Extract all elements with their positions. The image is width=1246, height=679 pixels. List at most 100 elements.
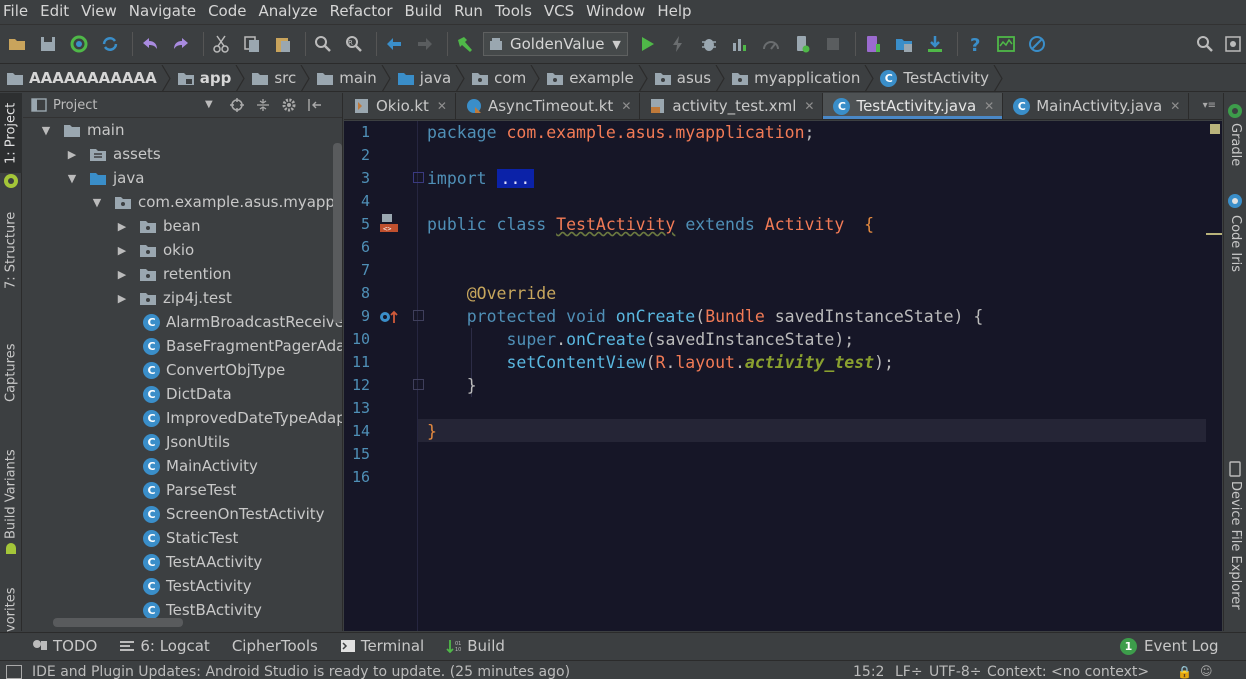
settings-button[interactable]: [279, 96, 299, 114]
toggle-tool-windows-icon[interactable]: [6, 665, 22, 679]
tree-item-retention[interactable]: ▶ retention: [115, 262, 232, 286]
replace-button[interactable]: R: [341, 31, 367, 57]
tool-tab-gradle[interactable]: Gradle: [1224, 123, 1246, 168]
project-view-dropdown[interactable]: ▼: [205, 99, 213, 110]
menu-build[interactable]: Build: [399, 0, 449, 22]
tool-tab-captures[interactable]: Captures: [0, 333, 22, 413]
code-editor[interactable]: 1 2 3 4 5 6 7 8 9 10 11 12 13 14 15 16 <…: [344, 121, 1222, 631]
inspector-face-icon[interactable]: ☺: [1200, 664, 1216, 678]
open-folder-button[interactable]: [4, 31, 30, 57]
ide-features-button[interactable]: [1220, 31, 1246, 57]
save-all-button[interactable]: [35, 31, 61, 57]
close-icon[interactable]: ✕: [1170, 99, 1180, 113]
warning-marker[interactable]: [1206, 233, 1222, 235]
run-android-button[interactable]: [789, 31, 815, 57]
cut-button[interactable]: [208, 31, 234, 57]
tree-item-class[interactable]: C TestAActivity: [143, 550, 262, 574]
menu-analyze[interactable]: Analyze: [252, 0, 323, 22]
fold-marker-method[interactable]: [413, 310, 424, 321]
monitor-button[interactable]: [993, 31, 1019, 57]
tree-item-class[interactable]: C BaseFragmentPagerAdapte: [143, 334, 342, 358]
close-icon[interactable]: ✕: [437, 99, 447, 113]
fold-marker-import[interactable]: [413, 172, 424, 183]
tree-item-java[interactable]: ▼ java: [65, 166, 145, 190]
breadcrumb-com[interactable]: com: [471, 65, 526, 92]
lock-icon[interactable]: 🔒: [1177, 665, 1192, 679]
project-structure-button[interactable]: [891, 31, 917, 57]
tool-tab-code-iris[interactable]: Code Iris: [1224, 215, 1246, 275]
breadcrumb-main[interactable]: main: [316, 65, 377, 92]
menu-refactor[interactable]: Refactor: [324, 0, 399, 22]
fold-marker-method-end[interactable]: [413, 379, 424, 390]
menu-vcs[interactable]: VCS: [538, 0, 580, 22]
context-selector[interactable]: Context: <no context>: [987, 664, 1149, 679]
profile-button[interactable]: [727, 31, 753, 57]
avd-manager-button[interactable]: [860, 31, 886, 57]
tree-item-class[interactable]: C DictData: [143, 382, 232, 406]
undo-button[interactable]: [137, 31, 163, 57]
tab-asynctimeout-kt[interactable]: AsyncTimeout.kt ✕: [456, 93, 641, 119]
menu-window[interactable]: Window: [580, 0, 651, 22]
menu-tools[interactable]: Tools: [489, 0, 538, 22]
menu-navigate[interactable]: Navigate: [123, 0, 202, 22]
breadcrumb-testactivity[interactable]: C TestActivity: [880, 65, 989, 92]
menu-file[interactable]: File: [0, 0, 34, 22]
tool-tab-todo[interactable]: TODO: [32, 637, 97, 655]
layout-preview-icon[interactable]: <>: [378, 213, 400, 235]
tool-tab-device-file-explorer[interactable]: Device File Explorer: [1224, 481, 1246, 631]
breadcrumb-example[interactable]: example: [546, 65, 634, 92]
tree-item-class[interactable]: C AlarmBroadcastReceiver: [143, 310, 342, 334]
close-icon[interactable]: ✕: [804, 99, 814, 113]
scroll-from-source-button[interactable]: [227, 96, 247, 114]
paste-button[interactable]: [270, 31, 296, 57]
find-button[interactable]: [310, 31, 336, 57]
hide-panel-button[interactable]: [305, 96, 325, 114]
line-separator-selector[interactable]: LF÷: [895, 664, 923, 679]
menu-view[interactable]: View: [75, 0, 123, 22]
breadcrumb-java[interactable]: java: [397, 65, 451, 92]
menu-code[interactable]: Code: [202, 0, 252, 22]
forward-button[interactable]: [412, 31, 438, 57]
tool-tab-structure[interactable]: 7: Structure: [0, 205, 22, 295]
tree-item-class[interactable]: C ImprovedDateTypeAdapte: [143, 406, 342, 430]
tool-tab-terminal[interactable]: Terminal: [340, 637, 424, 655]
apply-changes-button[interactable]: [665, 31, 691, 57]
tree-item-package-root[interactable]: ▼ com.example.asus.myapplicati: [90, 190, 342, 214]
inspection-status-indicator[interactable]: [1210, 124, 1220, 134]
tab-okio-kt[interactable]: Okio.kt ✕: [344, 93, 456, 119]
tab-mainactivity-java[interactable]: C MainActivity.java ✕: [1003, 93, 1190, 119]
tree-item-class[interactable]: C JsonUtils: [143, 430, 230, 454]
tree-item-zip4j-test[interactable]: ▶ zip4j.test: [115, 286, 232, 310]
caret-position[interactable]: 15:2: [853, 664, 884, 679]
redo-button[interactable]: [168, 31, 194, 57]
breadcrumb-asus[interactable]: asus: [654, 65, 711, 92]
encoding-selector[interactable]: UTF-8÷: [929, 664, 982, 679]
sdk-manager-button[interactable]: [922, 31, 948, 57]
tree-item-assets[interactable]: ▶ assets: [65, 142, 161, 166]
tool-tab-build[interactable]: 01 10 Build: [446, 637, 505, 655]
tool-tab-logcat[interactable]: 6: Logcat: [119, 637, 210, 655]
tab-activity-test-xml[interactable]: activity_test.xml ✕: [640, 93, 824, 119]
back-button[interactable]: [381, 31, 407, 57]
menu-help[interactable]: Help: [651, 0, 697, 22]
breadcrumb-src[interactable]: src: [251, 65, 296, 92]
collapse-all-button[interactable]: [253, 96, 273, 114]
close-icon[interactable]: ✕: [984, 99, 994, 113]
tool-tab-favorites[interactable]: vorites: [0, 588, 22, 632]
tree-item-main[interactable]: ▼ main: [39, 118, 125, 142]
tool-tab-project[interactable]: 1: Project: [0, 93, 22, 173]
run-button[interactable]: [634, 31, 660, 57]
override-method-icon[interactable]: [378, 307, 400, 327]
tree-item-class[interactable]: C ConvertObjType: [143, 358, 285, 382]
synchronize-button[interactable]: [97, 31, 123, 57]
menu-edit[interactable]: Edit: [34, 0, 75, 22]
tab-testactivity-java[interactable]: C TestActivity.java ✕: [823, 93, 1004, 119]
search-everywhere-button[interactable]: [1192, 31, 1218, 57]
attach-debugger-button[interactable]: [758, 31, 784, 57]
disable-button[interactable]: [1024, 31, 1050, 57]
project-horizontal-scrollbar[interactable]: [53, 618, 183, 627]
close-icon[interactable]: ✕: [621, 99, 631, 113]
make-project-button[interactable]: [452, 31, 478, 57]
copy-button[interactable]: [239, 31, 265, 57]
tabs-overflow-menu[interactable]: ▾≡: [1203, 100, 1216, 111]
